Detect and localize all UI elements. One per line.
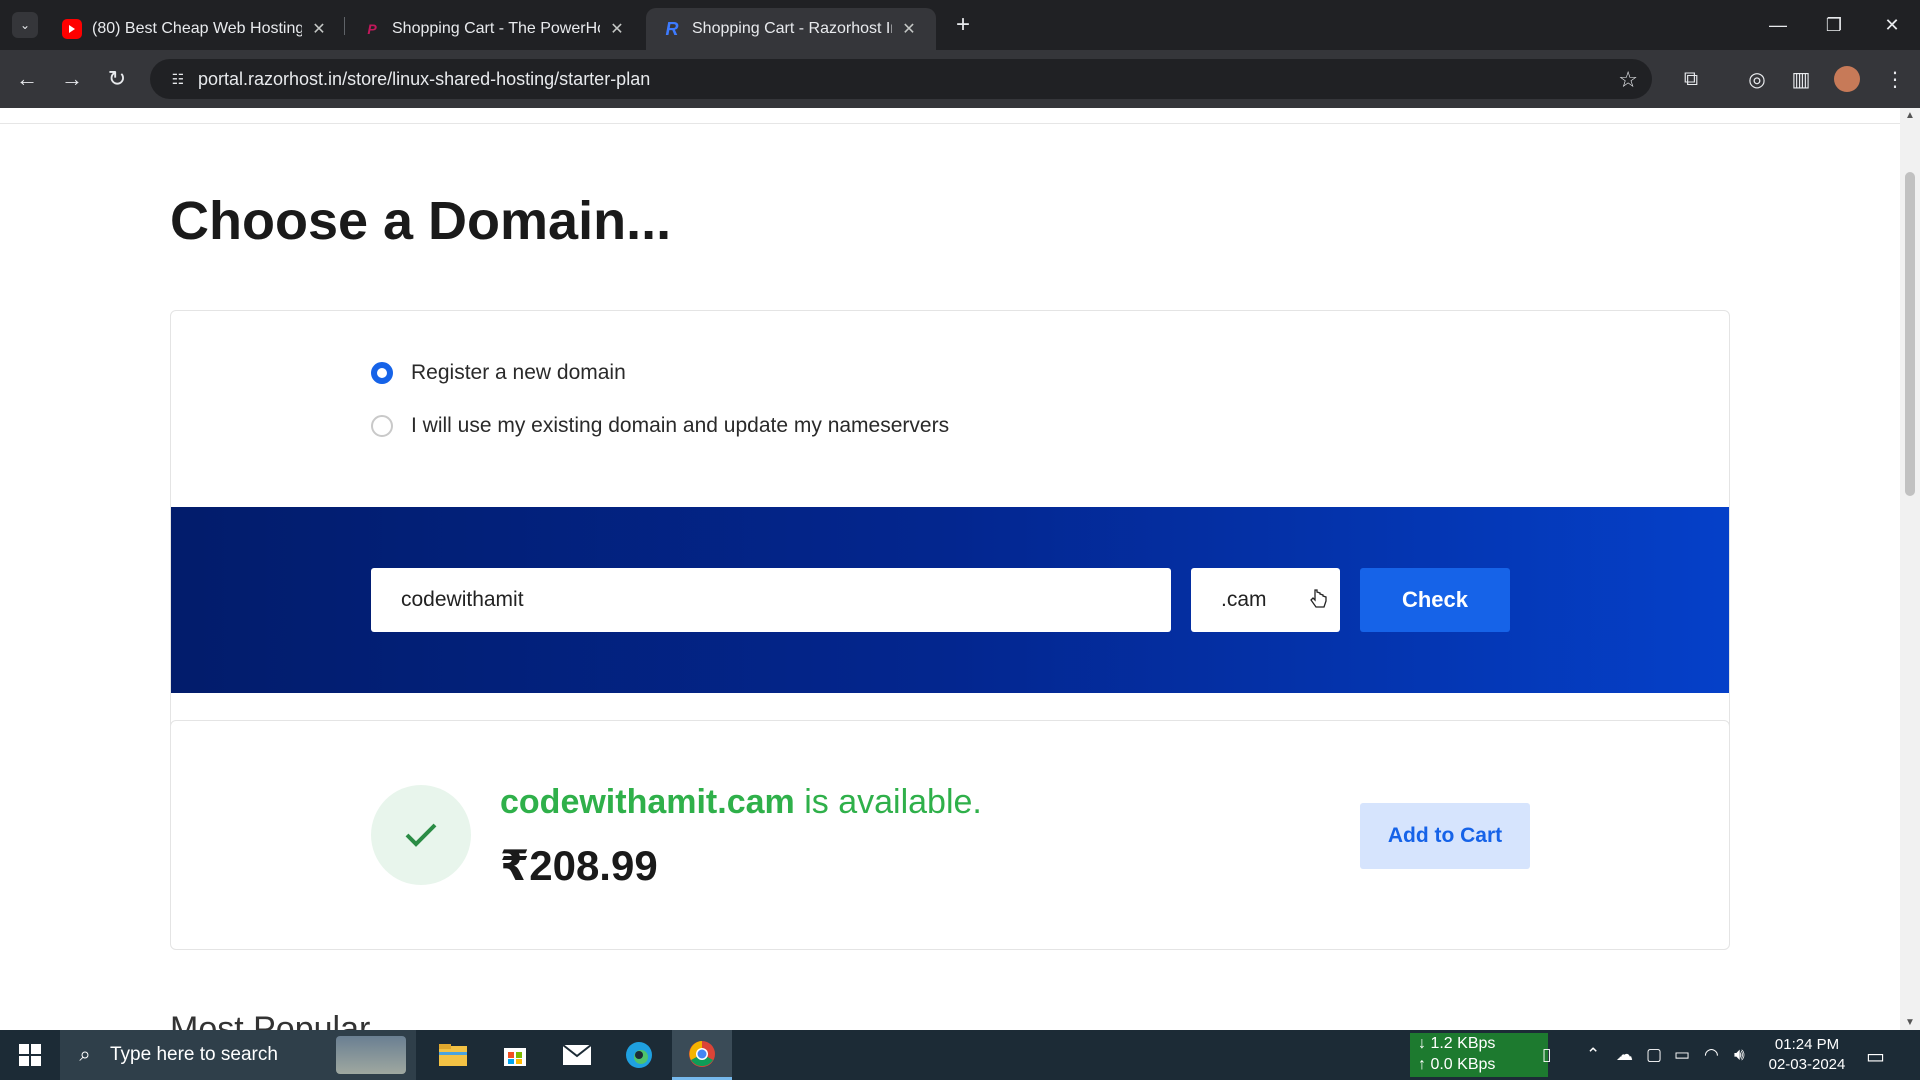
reload-icon[interactable]: ↻: [100, 62, 134, 96]
page-scrollbar[interactable]: ▲ ▼: [1900, 108, 1920, 1030]
search-highlight-image: [336, 1036, 406, 1074]
tab-youtube[interactable]: (80) Best Cheap Web Hosting W ✕: [46, 8, 346, 50]
availability-status: is available.: [794, 783, 982, 821]
tab-separator: [344, 17, 345, 35]
side-panel-icon[interactable]: ▥: [1786, 64, 1816, 94]
availability-result-card: codewithamit.cam is available. ₹208.99 A…: [170, 720, 1730, 950]
register-radio[interactable]: [371, 362, 393, 384]
windows-logo-icon: [19, 1044, 41, 1066]
tab-title: Shopping Cart - The PowerHost: [392, 20, 600, 37]
show-hidden-icons-chevron-icon[interactable]: ⌃: [1586, 1045, 1600, 1065]
option-register-new[interactable]: Register a new domain: [371, 361, 626, 385]
windows-taskbar: ⌕ Type here to search ↓ 1.2 KBps ↑ 0.0 K…: [0, 1030, 1920, 1080]
tab-search-chevron-icon[interactable]: ⌄: [12, 12, 38, 38]
check-button[interactable]: Check: [1360, 568, 1510, 632]
chrome-browser-icon[interactable]: [672, 1030, 732, 1080]
domain-input-value: codewithamit: [401, 588, 524, 611]
network-speed-widget: ↓ 1.2 KBps ↑ 0.0 KBps: [1410, 1033, 1548, 1077]
battery-widget-icon[interactable]: ▯: [1542, 1045, 1551, 1065]
volume-icon[interactable]: 🔊︎: [1734, 1045, 1745, 1065]
razorhost-icon: R: [665, 18, 679, 39]
hand-cursor-icon: [1309, 588, 1327, 616]
back-arrow-icon[interactable]: ←: [10, 62, 44, 96]
availability-message: codewithamit.cam is available.: [500, 783, 982, 822]
scroll-thumb[interactable]: [1905, 172, 1915, 496]
microsoft-store-icon[interactable]: [485, 1030, 545, 1080]
scroll-down-arrow-icon[interactable]: ▼: [1900, 1017, 1920, 1028]
existing-label: I will use my existing domain and update…: [411, 414, 950, 437]
close-tab-icon[interactable]: ✕: [898, 19, 920, 39]
domain-price: ₹208.99: [500, 842, 658, 889]
net-up-row: ↑ 0.0 KBps: [1418, 1056, 1496, 1073]
clock-time: 01:24 PM: [1774, 1036, 1840, 1053]
search-icon: ⌕: [79, 1043, 91, 1066]
powerhost-icon: P: [367, 21, 377, 37]
option-existing-domain[interactable]: I will use my existing domain and update…: [371, 414, 949, 438]
scroll-up-arrow-icon[interactable]: ▲: [1900, 110, 1920, 121]
url-text: portal.razorhost.in/store/linux-shared-h…: [198, 68, 651, 89]
address-bar[interactable]: ☷ portal.razorhost.in/store/linux-shared…: [150, 59, 1652, 99]
edge-browser-icon[interactable]: [609, 1030, 669, 1080]
new-tab-plus-icon[interactable]: +: [948, 10, 978, 40]
minimize-icon[interactable]: —: [1750, 0, 1806, 50]
bookmark-star-icon[interactable]: ☆: [1618, 67, 1638, 93]
tab-powerhost[interactable]: P Shopping Cart - The PowerHost ✕: [346, 8, 644, 50]
system-clock[interactable]: 01:24 PM 02-03-2024: [1762, 1035, 1852, 1075]
most-popular-heading: Most Popular: [170, 1010, 371, 1030]
site-info-icon[interactable]: ☷: [158, 71, 198, 88]
existing-radio[interactable]: [371, 415, 393, 437]
mail-icon[interactable]: [547, 1030, 607, 1080]
performance-icon[interactable]: ◎: [1742, 64, 1772, 94]
tab-title: (80) Best Cheap Web Hosting W: [92, 20, 302, 37]
meet-now-icon[interactable]: ▢: [1646, 1045, 1662, 1065]
browser-toolbar: ← → ↻ ☷ portal.razorhost.in/store/linux-…: [0, 50, 1920, 108]
tab-title: Shopping Cart - Razorhost Inter: [692, 20, 892, 37]
net-down-value: 1.2 KBps: [1430, 1035, 1496, 1052]
page-content: Choose a Domain... Register a new domain…: [0, 108, 1900, 1030]
browser-menu-icon[interactable]: ⋮: [1880, 64, 1910, 94]
close-window-icon[interactable]: ✕: [1864, 0, 1920, 50]
tld-select[interactable]: .cam: [1191, 568, 1340, 632]
close-tab-icon[interactable]: ✕: [308, 19, 330, 39]
close-tab-icon[interactable]: ✕: [606, 19, 628, 39]
tab-razorhost[interactable]: R Shopping Cart - Razorhost Inter ✕: [646, 8, 936, 50]
wifi-icon[interactable]: ◠: [1704, 1045, 1719, 1065]
restore-icon[interactable]: ❐: [1806, 0, 1862, 50]
onedrive-cloud-icon[interactable]: ☁: [1616, 1045, 1633, 1065]
net-up-value: 0.0 KBps: [1430, 1056, 1496, 1073]
taskbar-search-box[interactable]: ⌕ Type here to search: [60, 1030, 416, 1080]
checkmark-icon: [371, 785, 471, 885]
clock-date: 02-03-2024: [1768, 1056, 1846, 1073]
start-button[interactable]: [0, 1030, 60, 1080]
header-divider: [0, 108, 1900, 124]
forward-arrow-icon[interactable]: →: [55, 62, 89, 96]
net-down-row: ↓ 1.2 KBps: [1418, 1035, 1496, 1052]
domain-search-band: codewithamit .cam Check: [171, 507, 1729, 693]
tld-value: .cam: [1221, 588, 1267, 611]
youtube-icon: [62, 19, 82, 39]
extensions-puzzle-icon[interactable]: ⧉: [1676, 64, 1706, 94]
browser-tab-bar: ⌄ (80) Best Cheap Web Hosting W ✕ P Shop…: [0, 0, 1920, 50]
available-domain-name: codewithamit.cam: [500, 783, 795, 821]
profile-avatar[interactable]: [1832, 64, 1862, 94]
register-label: Register a new domain: [411, 361, 626, 384]
taskbar-search-placeholder: Type here to search: [110, 1044, 278, 1065]
notification-center-icon[interactable]: ▭: [1866, 1044, 1885, 1069]
power-warning-icon[interactable]: ▭: [1674, 1045, 1690, 1065]
page-title: Choose a Domain...: [170, 191, 672, 251]
add-to-cart-button[interactable]: Add to Cart: [1360, 803, 1530, 869]
domain-search-input[interactable]: codewithamit: [371, 568, 1171, 632]
file-explorer-icon[interactable]: [423, 1030, 483, 1080]
